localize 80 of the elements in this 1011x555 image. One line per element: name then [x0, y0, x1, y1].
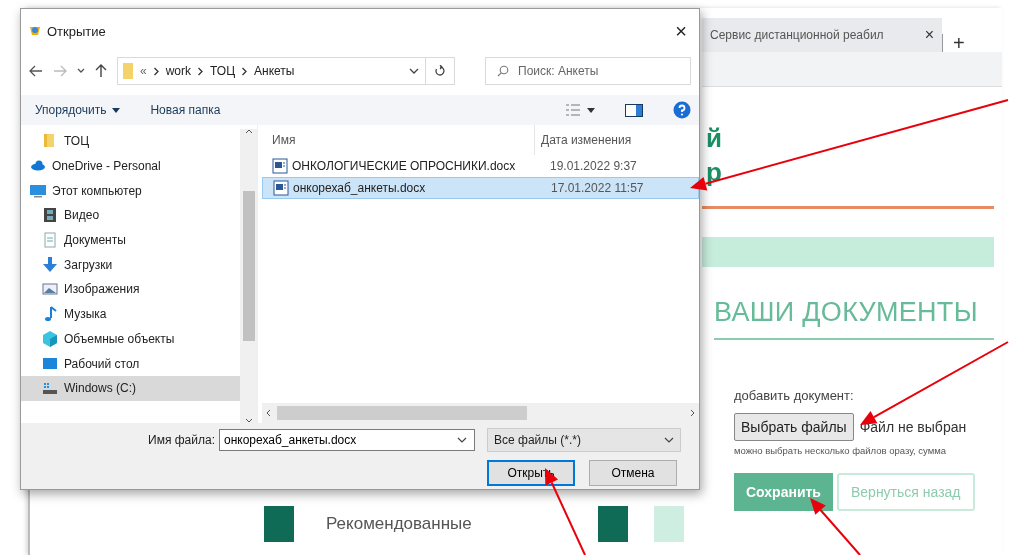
scrollbar[interactable] — [240, 129, 257, 423]
tile-block — [264, 506, 294, 542]
nav-item[interactable]: Windows (C:) — [21, 375, 240, 401]
dropdown-icon — [409, 68, 419, 74]
film-icon — [41, 206, 59, 225]
breadcrumb-item[interactable]: ТОЦ — [210, 64, 236, 78]
title-fragment: р — [706, 156, 722, 189]
nav-item[interactable]: Изображения — [21, 277, 240, 302]
search-field[interactable]: Поиск: Анкеты — [485, 57, 691, 85]
address-field[interactable]: « work ТОЦ Анкеты — [117, 57, 455, 85]
dialog-button[interactable]: Отмена — [589, 460, 677, 486]
word-document-icon — [272, 158, 288, 174]
recent-button[interactable] — [77, 68, 85, 74]
column-header[interactable]: Имя — [262, 133, 534, 147]
browser-tab[interactable]: Сервис дистанционной реабил × — [702, 18, 942, 52]
dropdown-icon — [457, 437, 467, 443]
view-options-button[interactable] — [565, 103, 595, 117]
nav-item[interactable]: Этот компьютер — [21, 178, 240, 204]
breadcrumb-item[interactable]: Анкеты — [254, 64, 295, 78]
annotation-arrow — [810, 498, 861, 555]
app-icon — [29, 25, 41, 37]
section-heading: ВАШИ ДОКУМЕНТЫ — [714, 297, 979, 328]
tile-block — [598, 506, 628, 542]
document-icon — [41, 231, 59, 250]
up-arrow-icon — [95, 64, 107, 78]
nav-item[interactable]: Загрузки — [21, 252, 240, 278]
dialog-title: Открытие — [47, 23, 107, 39]
nav-item[interactable]: Видео — [21, 203, 240, 228]
hint-text: можно выбрать несколько файлов оразу, сумма — [734, 445, 947, 456]
chevron-icon — [197, 66, 205, 76]
file-type-combo[interactable]: Все файлы (*.*) — [487, 428, 681, 452]
tab-title: Сервис дистанционной реабил — [710, 28, 885, 42]
title-fragment: й — [706, 122, 722, 155]
nav-item[interactable]: OneDrive - Personal — [21, 153, 240, 179]
overflow-mark: « — [140, 64, 147, 78]
left-arrow-icon — [29, 65, 43, 77]
caret-icon — [77, 68, 85, 74]
scroll-right-icon — [690, 409, 695, 417]
help-button[interactable] — [673, 101, 691, 119]
list-view-icon — [565, 103, 581, 117]
column-header[interactable]: Дата изменения — [534, 125, 632, 155]
preview-pane-button[interactable] — [625, 103, 643, 117]
folder-icon — [122, 62, 134, 80]
chevron-icon — [241, 66, 249, 76]
upload-label: добавить документ: — [734, 388, 855, 403]
choose-files-button[interactable]: Выбрать файлы — [734, 413, 854, 441]
file-row[interactable]: онкорехаб_анкеты.docx 17.01.2022 11:57 — [262, 177, 699, 199]
caret-icon — [587, 107, 595, 113]
refresh-icon — [434, 65, 446, 77]
cube-icon — [41, 329, 59, 348]
help-icon — [673, 101, 691, 119]
scrollbar[interactable] — [262, 403, 699, 423]
tab-close-button[interactable]: × — [924, 26, 934, 44]
tile-block — [654, 506, 684, 542]
filename-label: Имя файла: — [147, 433, 216, 447]
down-arrow-icon — [41, 255, 59, 274]
scroll-left-icon — [266, 409, 271, 417]
nav-item[interactable]: Документы — [21, 227, 240, 253]
breadcrumb-item[interactable]: work — [165, 64, 192, 78]
close-button[interactable]: × — [671, 19, 691, 43]
search-icon — [497, 65, 509, 77]
back-button[interactable] — [29, 65, 43, 77]
file-row[interactable]: ОНКОЛОГИЧЕСКИЕ ОПРОСНИКИ.docx 19.01.2022 9:37 — [262, 155, 699, 177]
caret-icon — [112, 107, 121, 113]
new-folder-button[interactable]: Новая папка — [150, 103, 221, 117]
chevron-icon — [152, 66, 160, 76]
filename-field[interactable]: онкорехаб_анкеты.docx — [219, 429, 475, 451]
nav-item[interactable]: Объемные объекты — [21, 326, 240, 352]
scroll-up-icon — [244, 129, 253, 134]
right-arrow-icon — [53, 65, 67, 77]
organize-menu-button[interactable]: Упорядочить — [35, 103, 121, 117]
word-document-icon — [273, 180, 289, 196]
nav-item[interactable]: Рабочий стол — [21, 351, 240, 376]
nav-item[interactable]: ТОЦ — [21, 129, 240, 154]
up-button[interactable] — [95, 64, 107, 78]
nav-item[interactable]: Музыка — [21, 301, 240, 327]
pane-icon — [625, 103, 643, 117]
scroll-down-icon — [244, 418, 253, 423]
dropdown-icon — [664, 437, 674, 443]
recommended-label: Рекомендованные — [326, 514, 473, 534]
